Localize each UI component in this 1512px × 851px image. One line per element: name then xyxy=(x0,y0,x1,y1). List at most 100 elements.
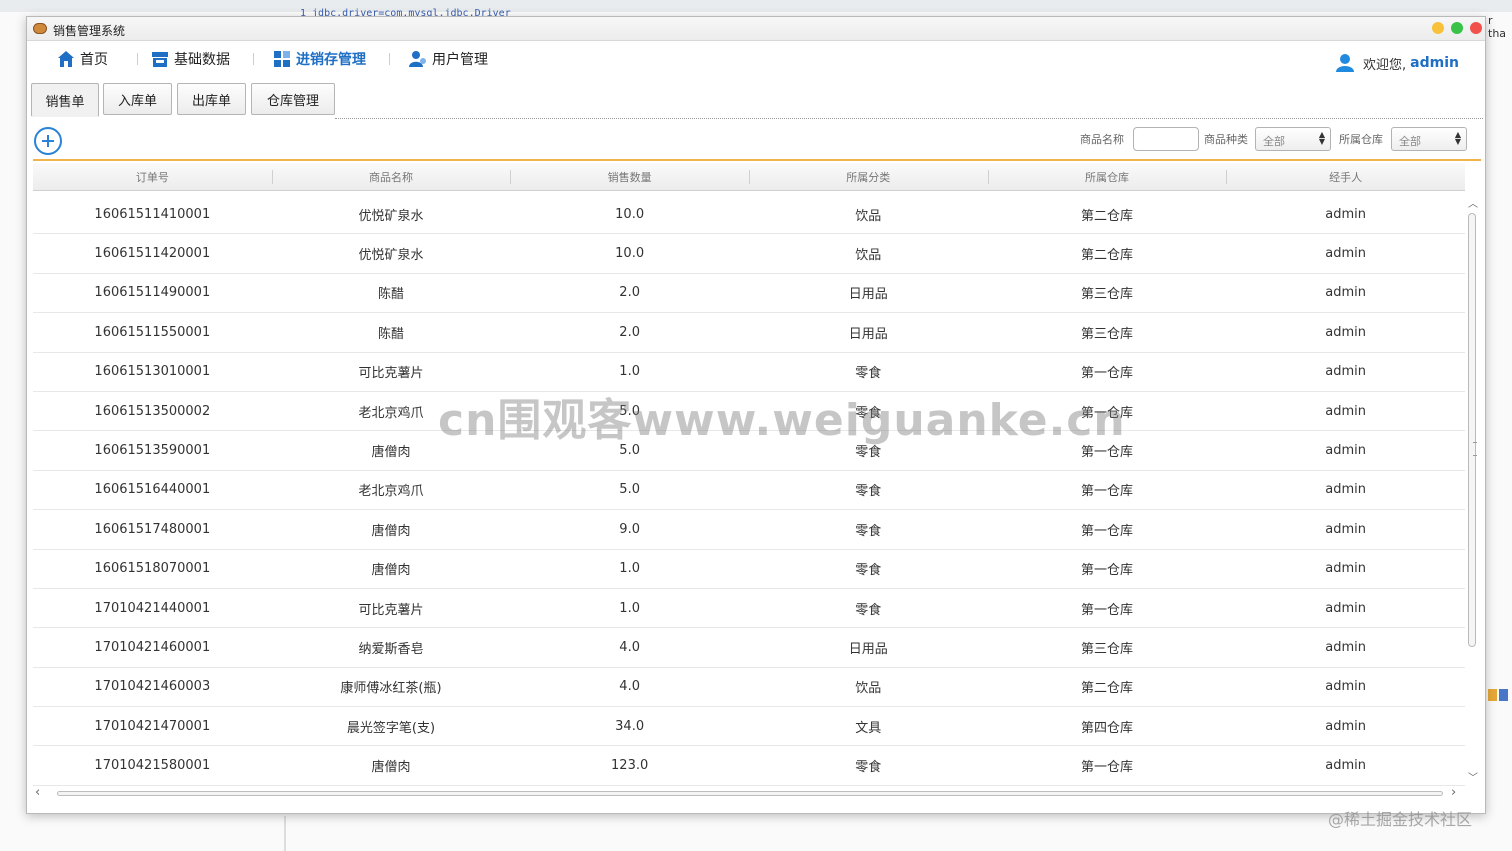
table-row[interactable]: 16061518070001 唐僧肉 1.0 零食 第一仓库 admin xyxy=(33,550,1465,589)
horizontal-scrollbar[interactable]: ‹ › xyxy=(33,785,1465,801)
cell-category: 零食 xyxy=(855,602,882,618)
background-right-text: r tha xyxy=(1488,14,1507,40)
table-row[interactable]: 16061513010001 可比克薯片 1.0 零食 第一仓库 admin xyxy=(33,353,1465,392)
users-icon xyxy=(409,51,426,67)
horizontal-scroll-thumb[interactable] xyxy=(57,791,1443,796)
product-name-input[interactable] xyxy=(1133,127,1199,151)
cell-quantity: 4.0 xyxy=(619,679,640,695)
cell-category: 零食 xyxy=(855,405,882,421)
table-row[interactable]: 16061511420001 优悦矿泉水 10.0 饮品 第二仓库 admin xyxy=(33,234,1465,274)
app-window: 销售管理系统 首页 基础数据 进销存管理 用户管理 欢迎您, admin 销售单… xyxy=(26,16,1486,814)
cell-handler: admin xyxy=(1325,364,1366,380)
product-category-select[interactable]: 全部 ▲ ▼ xyxy=(1255,127,1331,151)
cell-category: 零食 xyxy=(855,563,882,579)
tab-sales-order[interactable]: 销售单 xyxy=(31,83,99,117)
tab-warehouse-management[interactable]: 仓库管理 xyxy=(251,83,335,115)
cell-order-no: 17010421470001 xyxy=(94,718,211,734)
cell-order-no: 16061511420001 xyxy=(94,246,211,262)
welcome-area: 欢迎您, admin xyxy=(1335,52,1459,74)
nav-home[interactable]: 首页 xyxy=(57,47,108,71)
table-row[interactable]: 17010421470001 晨光签字笔(支) 34.0 文具 第四仓库 admin xyxy=(33,707,1465,747)
cell-handler: admin xyxy=(1325,206,1366,222)
cell-product-name: 陈醋 xyxy=(377,287,404,303)
nav-basic-data[interactable]: 基础数据 xyxy=(151,47,230,71)
cell-category: 日用品 xyxy=(848,641,888,657)
table-row[interactable]: 16061516440001 老北京鸡爪 5.0 零食 第一仓库 admin xyxy=(33,471,1465,511)
cell-category: 饮品 xyxy=(855,208,882,224)
cell-warehouse: 第三仓库 xyxy=(1080,287,1133,303)
cell-quantity: 2.0 xyxy=(619,285,640,301)
table-row[interactable]: 16061513500002 老北京鸡爪 5.0 零食 第一仓库 admin xyxy=(33,392,1465,432)
cell-quantity: 5.0 xyxy=(619,443,640,459)
cell-order-no: 17010421460003 xyxy=(94,679,211,695)
cell-warehouse: 第一仓库 xyxy=(1080,484,1133,500)
column-header-handler[interactable]: 经手人 xyxy=(1226,163,1465,190)
scroll-down-icon[interactable]: ﹀ xyxy=(1468,769,1478,784)
table-row[interactable]: 16061511490001 陈醋 2.0 日用品 第三仓库 admin xyxy=(33,274,1465,314)
nav-user-management[interactable]: 用户管理 xyxy=(409,47,488,71)
app-logo-icon xyxy=(33,23,47,34)
grid-icon xyxy=(274,51,290,67)
cell-quantity: 9.0 xyxy=(619,521,640,537)
warehouse-label: 所属仓库 xyxy=(1339,133,1383,146)
cell-category: 零食 xyxy=(855,760,882,776)
minimize-button[interactable] xyxy=(1432,22,1444,34)
vertical-scrollbar[interactable]: ︿ ﹀ xyxy=(1466,195,1480,787)
cell-handler: admin xyxy=(1325,679,1366,695)
nav-home-label: 首页 xyxy=(80,52,108,68)
tab-inbound-order[interactable]: 入库单 xyxy=(103,83,172,115)
cell-order-no: 16061513500002 xyxy=(94,403,211,419)
close-button[interactable] xyxy=(1470,22,1482,34)
cell-warehouse: 第三仓库 xyxy=(1080,326,1133,342)
column-header-category[interactable]: 所属分类 xyxy=(748,163,988,190)
cell-quantity: 5.0 xyxy=(619,482,640,498)
select-arrows-icon: ▲ ▼ xyxy=(1454,130,1461,146)
tab-outbound-order[interactable]: 出库单 xyxy=(177,83,246,115)
add-button[interactable] xyxy=(34,127,62,155)
table-row[interactable]: 16061513590001 唐僧肉 5.0 零食 第一仓库 admin xyxy=(33,431,1465,471)
table-row[interactable]: 17010421580001 唐僧肉 123.0 零食 第一仓库 admin xyxy=(33,746,1465,786)
user-icon xyxy=(1336,54,1354,72)
cell-handler: admin xyxy=(1325,285,1366,301)
cell-quantity: 1.0 xyxy=(619,600,640,616)
cell-quantity: 123.0 xyxy=(611,758,649,774)
home-icon xyxy=(58,51,74,67)
cell-handler: admin xyxy=(1325,758,1366,774)
cell-order-no: 17010421440001 xyxy=(94,600,211,616)
cell-quantity: 10.0 xyxy=(615,246,645,262)
window-title: 销售管理系统 xyxy=(53,24,126,38)
column-header-product-name[interactable]: 商品名称 xyxy=(271,163,511,190)
cell-handler: admin xyxy=(1325,403,1366,419)
cell-warehouse: 第一仓库 xyxy=(1080,563,1133,579)
column-header-order-no[interactable]: 订单号 xyxy=(33,163,272,190)
cell-warehouse: 第一仓库 xyxy=(1080,405,1133,421)
title-bar[interactable]: 销售管理系统 xyxy=(27,17,1485,41)
nav-separator xyxy=(389,53,390,65)
table-row[interactable]: 16061511550001 陈醋 2.0 日用品 第三仓库 admin xyxy=(33,313,1465,353)
cell-product-name: 优悦矿泉水 xyxy=(358,208,424,224)
welcome-text: 欢迎您, xyxy=(1363,57,1407,73)
table-row[interactable]: 17010421460001 纳爱斯香皂 4.0 日用品 第三仓库 admin xyxy=(33,628,1465,668)
column-header-warehouse[interactable]: 所属仓库 xyxy=(987,163,1227,190)
cell-quantity: 5.0 xyxy=(619,403,640,419)
username[interactable]: admin xyxy=(1410,55,1459,71)
cell-quantity: 1.0 xyxy=(619,561,640,577)
nav-inventory[interactable]: 进销存管理 xyxy=(273,47,366,71)
table-row[interactable]: 16061517480001 唐僧肉 9.0 零食 第一仓库 admin xyxy=(33,510,1465,550)
table-row[interactable]: 17010421460003 康师傅冰红茶(瓶) 4.0 饮品 第二仓库 admin xyxy=(33,668,1465,708)
cell-warehouse: 第四仓库 xyxy=(1080,720,1133,736)
cell-category: 日用品 xyxy=(848,287,888,303)
warehouse-select[interactable]: 全部 ▲ ▼ xyxy=(1391,127,1467,151)
cell-product-name: 陈醋 xyxy=(377,326,404,342)
cell-category: 零食 xyxy=(855,523,882,539)
table-row[interactable]: 16061511410001 优悦矿泉水 10.0 饮品 第二仓库 admin xyxy=(33,195,1465,235)
product-category-value: 全部 xyxy=(1263,135,1285,148)
maximize-button[interactable] xyxy=(1451,22,1463,34)
column-header-quantity[interactable]: 销售数量 xyxy=(510,163,749,190)
table-row[interactable]: 17010421440001 可比克薯片 1.0 零食 第一仓库 admin xyxy=(33,589,1465,629)
scroll-up-icon[interactable]: ︿ xyxy=(1468,195,1478,210)
scroll-left-icon[interactable]: ‹ xyxy=(35,785,40,800)
scroll-right-icon[interactable]: › xyxy=(1451,785,1456,800)
cell-handler: admin xyxy=(1325,324,1366,340)
scroll-thumb[interactable] xyxy=(1468,213,1477,647)
